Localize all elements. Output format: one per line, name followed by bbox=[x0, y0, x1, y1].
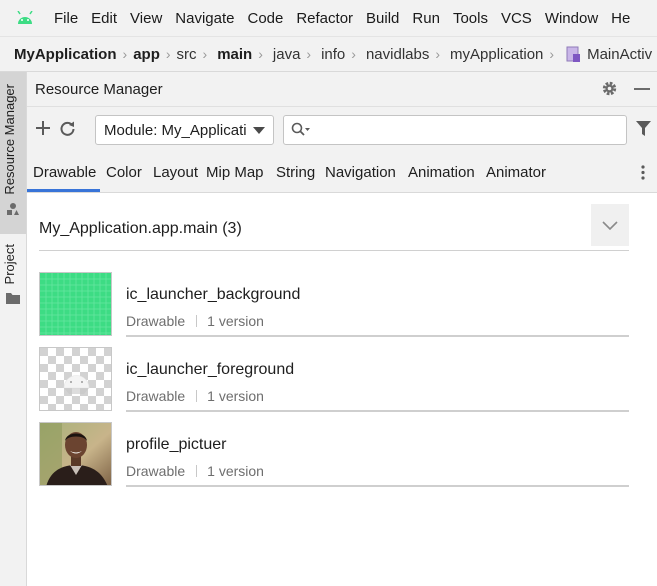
active-tab-indicator bbox=[27, 189, 100, 192]
resource-meta: Drawable 1 version bbox=[126, 388, 264, 404]
kotlin-file-icon bbox=[566, 46, 581, 62]
menu-edit[interactable]: Edit bbox=[91, 10, 117, 27]
breadcrumb-item[interactable]: main bbox=[217, 46, 252, 63]
resource-type: Drawable bbox=[126, 388, 186, 404]
more-vertical-icon[interactable] bbox=[641, 165, 645, 180]
resource-item[interactable]: profile_pictuer Drawable 1 version bbox=[39, 422, 629, 488]
meta-divider bbox=[196, 465, 198, 477]
breadcrumb-item[interactable]: java bbox=[273, 46, 301, 63]
breadcrumb-item[interactable]: MyApplication bbox=[14, 46, 117, 63]
tab-layout[interactable]: Layout bbox=[153, 164, 198, 181]
side-tab-project[interactable]: Project bbox=[0, 238, 26, 308]
resource-type: Drawable bbox=[126, 313, 186, 329]
group-title: My_Application.app.main (3) bbox=[39, 220, 242, 237]
tab-mip-map[interactable]: Mip Map bbox=[206, 164, 264, 181]
menu-run[interactable]: Run bbox=[412, 10, 440, 27]
menu-build[interactable]: Build bbox=[366, 10, 399, 27]
menu-navigate[interactable]: Navigate bbox=[175, 10, 234, 27]
minimize-icon[interactable] bbox=[634, 88, 650, 91]
side-tab-label: Project bbox=[2, 244, 17, 285]
tab-drawable[interactable]: Drawable bbox=[33, 164, 96, 181]
resource-thumbnail bbox=[39, 347, 112, 411]
module-select-value: Module: My_Applicati bbox=[104, 121, 247, 139]
chevron-right-icon: › bbox=[351, 46, 356, 62]
tab-animation[interactable]: Animation bbox=[408, 164, 475, 181]
resource-name: ic_launcher_background bbox=[126, 286, 301, 303]
chevron-right-icon: › bbox=[165, 46, 171, 62]
menu-refactor[interactable]: Refactor bbox=[296, 10, 353, 27]
row-divider bbox=[126, 410, 629, 412]
side-tab-label: Resource Manager bbox=[2, 84, 17, 195]
resource-versions: 1 version bbox=[207, 388, 264, 404]
breadcrumb-item[interactable]: myApplication bbox=[450, 46, 543, 63]
menu-view[interactable]: View bbox=[130, 10, 162, 27]
android-studio-icon bbox=[17, 11, 33, 24]
search-icon bbox=[291, 122, 310, 136]
chevron-right-icon: › bbox=[435, 46, 441, 62]
breadcrumb-item[interactable]: src bbox=[177, 46, 197, 63]
menu-tools[interactable]: Tools bbox=[453, 10, 488, 27]
side-tab-resource-manager[interactable]: Resource Manager bbox=[0, 72, 26, 234]
resource-thumbnail bbox=[39, 422, 112, 486]
resource-meta: Drawable 1 version bbox=[126, 313, 264, 329]
filter-icon[interactable] bbox=[636, 121, 651, 137]
resources-icon bbox=[7, 203, 19, 215]
toolbar: Module: My_Applicati bbox=[27, 106, 657, 153]
chevron-down-icon bbox=[602, 220, 618, 230]
refresh-icon[interactable] bbox=[59, 120, 76, 137]
menu-vcs[interactable]: VCS bbox=[501, 10, 532, 27]
row-divider bbox=[126, 485, 629, 487]
chevron-right-icon: › bbox=[549, 46, 555, 62]
resource-thumbnail bbox=[39, 272, 112, 336]
tab-string[interactable]: String bbox=[276, 164, 315, 181]
menu-help[interactable]: He bbox=[611, 10, 630, 27]
resource-type-tabs: Drawable Color Layout Mip Map String Nav… bbox=[27, 153, 657, 193]
menu-window[interactable]: Window bbox=[545, 10, 598, 27]
chevron-right-icon: › bbox=[258, 46, 263, 62]
tab-navigation[interactable]: Navigation bbox=[325, 164, 396, 181]
breadcrumb-item[interactable]: info bbox=[321, 46, 345, 63]
resource-item[interactable]: ic_launcher_foreground Drawable 1 version bbox=[39, 347, 629, 413]
chevron-right-icon: › bbox=[122, 46, 128, 62]
tab-animator[interactable]: Animator bbox=[486, 164, 546, 181]
folder-icon bbox=[6, 293, 20, 304]
panel-header: Resource Manager bbox=[27, 72, 657, 106]
launcher-foreground-icon bbox=[40, 348, 111, 410]
meta-divider bbox=[196, 315, 198, 327]
launcher-background-icon bbox=[40, 273, 111, 335]
resource-group-header: My_Application.app.main (3) bbox=[39, 204, 629, 251]
menu-file[interactable]: File bbox=[54, 10, 78, 27]
breadcrumb-item[interactable]: MainActiv bbox=[587, 46, 652, 63]
tab-color[interactable]: Color bbox=[106, 164, 142, 181]
resource-versions: 1 version bbox=[207, 313, 264, 329]
panel-title: Resource Manager bbox=[35, 80, 163, 98]
search-input[interactable] bbox=[314, 119, 618, 143]
chevron-down-icon bbox=[253, 127, 265, 134]
module-select[interactable]: Module: My_Applicati bbox=[95, 115, 274, 145]
menu-bar: File Edit View Navigate Code Refactor Bu… bbox=[0, 0, 657, 36]
menu-code[interactable]: Code bbox=[247, 10, 283, 27]
collapse-button[interactable] bbox=[591, 204, 629, 246]
row-divider bbox=[126, 335, 629, 337]
gear-icon[interactable] bbox=[601, 80, 618, 97]
resource-type: Drawable bbox=[126, 463, 186, 479]
add-icon[interactable] bbox=[36, 121, 50, 135]
profile-photo-image bbox=[40, 423, 111, 485]
resource-item[interactable]: ic_launcher_background Drawable 1 version bbox=[39, 272, 629, 338]
resource-name: profile_pictuer bbox=[126, 436, 227, 453]
tool-window-strip: Resource Manager Project bbox=[0, 72, 27, 586]
breadcrumb-item[interactable]: navidlabs bbox=[366, 46, 429, 63]
resource-meta: Drawable 1 version bbox=[126, 463, 264, 479]
chevron-right-icon: › bbox=[202, 46, 208, 62]
breadcrumb: MyApplication › app › src › main › java … bbox=[0, 36, 657, 72]
chevron-right-icon: › bbox=[306, 46, 312, 62]
search-box[interactable] bbox=[283, 115, 627, 145]
meta-divider bbox=[196, 390, 198, 402]
breadcrumb-item[interactable]: app bbox=[133, 46, 160, 63]
resource-name: ic_launcher_foreground bbox=[126, 361, 295, 378]
resource-versions: 1 version bbox=[207, 463, 264, 479]
